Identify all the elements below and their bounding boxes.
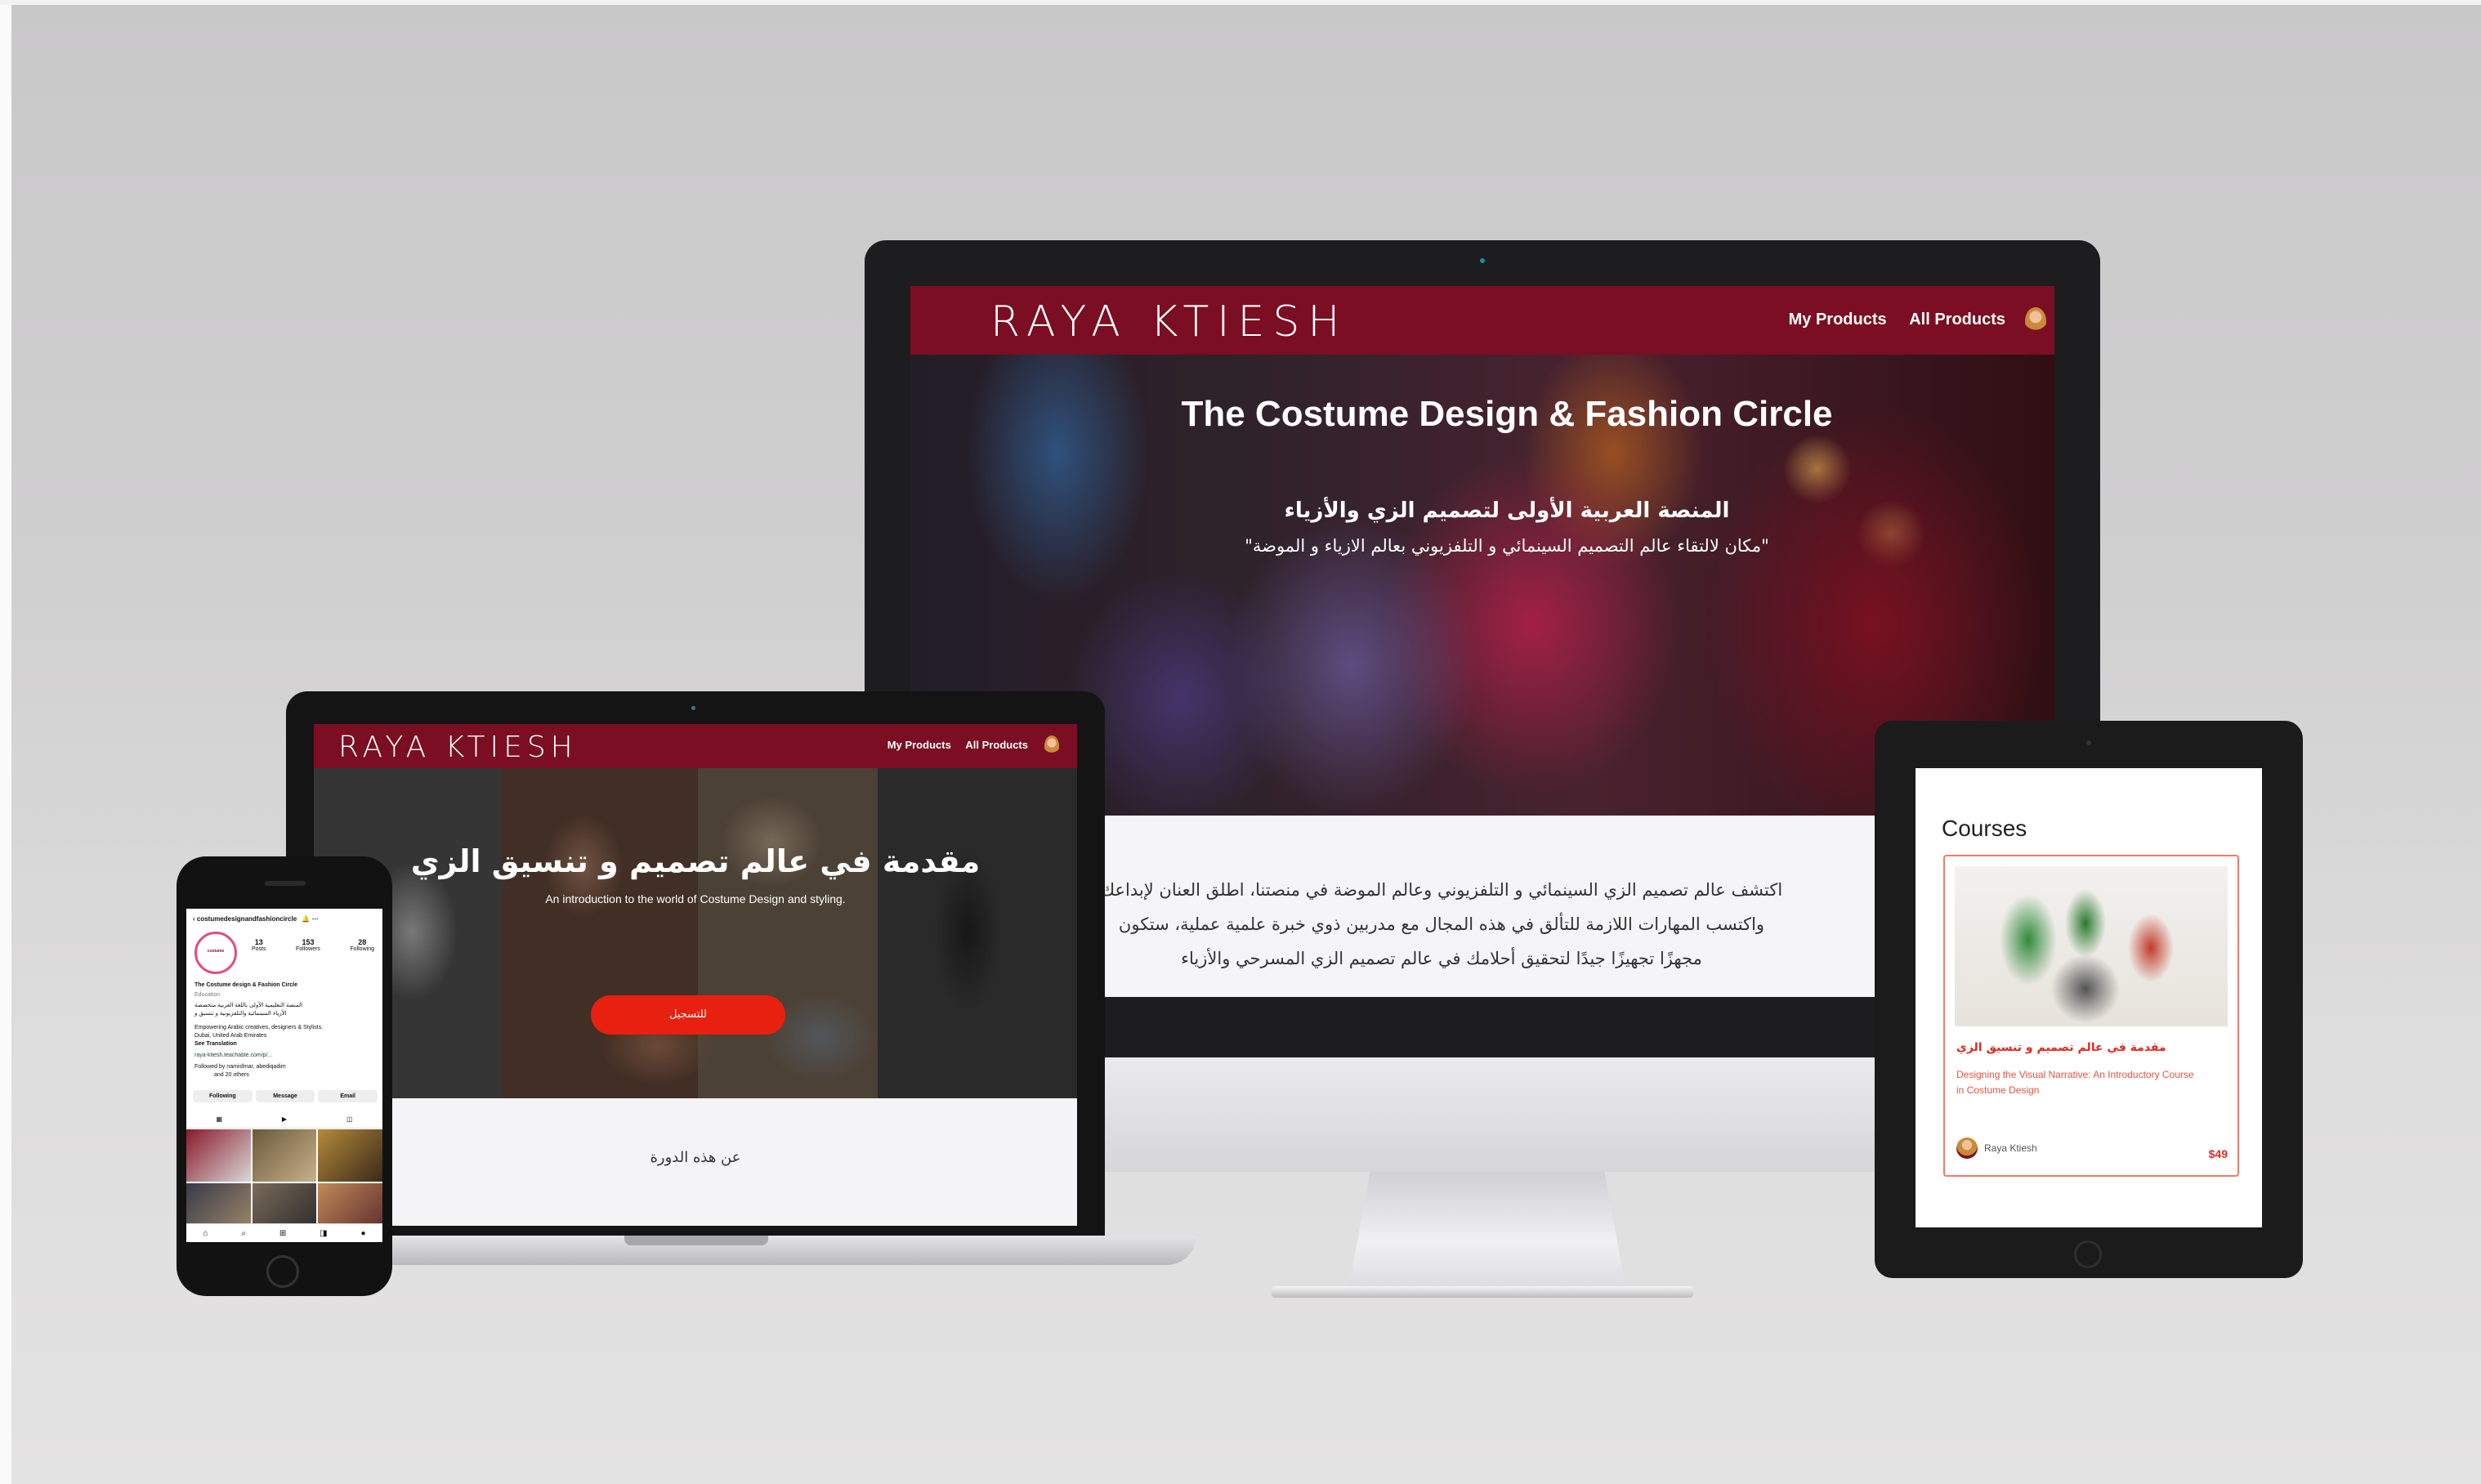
nav-my-products[interactable]: My Products [887,739,951,751]
nav-links: My Products All Products [1771,311,2005,329]
hero-title: The Costume Design & Fashion Circle [1181,394,1833,434]
profile-name: The Costume design & Fashion Circle [194,982,298,988]
hero-arabic-subtitle: "مكان لالتقاء عالم التصميم السينمائي و ا… [1245,536,1769,556]
instagram-profile-screen: ‹ costumedesignandfashioncircle 🔔 ⋯ cost… [186,909,382,1242]
stat-label: Following [350,946,374,952]
brand-logo[interactable]: RAYA KTIESH [338,731,578,764]
tagged-icon[interactable]: ◫ [346,1115,353,1123]
hero-photo-collage [314,768,1077,1098]
see-translation-link[interactable]: See Translation [194,1041,237,1047]
course-hero-title: مقدمة في عالم تصميم و تنسيق الزي [410,843,981,879]
intro-text: اكتشف عالم تصميم الزي السينمائي و التلفز… [1100,880,1783,968]
message-button[interactable]: Message [255,1090,315,1102]
imac-foot [1272,1286,1693,1298]
stat-followers[interactable]: 153 Followers [296,938,320,952]
profile-icon[interactable]: ● [361,1229,366,1238]
stat-value: 28 [358,938,367,946]
user-avatar[interactable] [2025,307,2046,335]
post-thumbnail[interactable] [186,1129,251,1182]
laptop-screen: RAYA KTIESH My Products All Products مقد… [314,724,1077,1226]
profile-avatar[interactable]: costume [194,932,237,974]
home-icon[interactable]: ⌂ [203,1229,208,1238]
course-subtitle: Designing the Visual Narrative: An Intro… [1956,1069,2194,1096]
profile-action-buttons: Following Message Email [193,1090,378,1102]
author-avatar [1956,1138,1978,1159]
profile-bio-ar-1: المنصة التعليمية الأولى باللغة العربية م… [194,1003,303,1008]
stat-label: Followers [295,946,320,952]
laptop-navbar: RAYA KTIESH My Products All Products [314,724,1077,768]
search-icon[interactable]: ⌕ [241,1229,246,1238]
profile-bio-en: Empowering Arabic creatives, designers &… [194,1025,324,1030]
course-hero-subtitle: An introduction to the world of Costume … [545,892,846,905]
laptop-device: RAYA KTIESH My Products All Products مقد… [286,691,1105,1239]
followed-by-more: and 20 others [214,1072,249,1078]
phone-device: ‹ costumedesignandfashioncircle 🔔 ⋯ cost… [177,856,392,1296]
profile-bio-ar-2: الأزياء السينمائية والتلفزيونية و تنسيق … [194,1011,287,1017]
stat-following[interactable]: 28 Following [350,938,374,952]
instagram-bottom-nav: ⌂ ⌕ ⊞ ◨ ● [186,1223,382,1242]
nav-all-products[interactable]: All Products [1909,311,2005,329]
posts-grid [186,1129,382,1236]
shop-icon[interactable]: ◨ [320,1229,327,1238]
stat-label: Posts [252,946,266,952]
home-button[interactable] [2074,1240,2102,1268]
phone-speaker [265,881,306,886]
email-button[interactable]: Email [318,1090,378,1102]
top-edge [0,0,2481,5]
author-name: Raya Ktiesh [1984,1142,2037,1154]
camera-icon [2086,740,2091,745]
username-text: costumedesignandfashioncircle [196,915,297,923]
camera-icon [691,706,695,710]
avatar-logo-text: costume [207,949,225,954]
post-thumbnail[interactable] [252,1129,317,1182]
profile-link[interactable]: raya-ktiesh.teachable.com/p/... [194,1053,272,1058]
more-icon[interactable]: ⋯ [312,915,319,923]
profile-username: ‹ costumedesignandfashioncircle 🔔 ⋯ [193,915,319,923]
imac-stand [1348,1169,1626,1291]
course-title[interactable]: مقدمة في عالم تصميم و تنسيق الزي [1956,1041,2229,1054]
nav-links: My Products All Products [876,739,1028,751]
courses-heading: Courses [1942,816,2027,841]
bell-icon[interactable]: 🔔 [302,915,310,923]
brand-logo[interactable]: RAYA KTIESH [990,297,1348,346]
left-edge [0,0,11,1484]
course-author: Raya Ktiesh [1956,1138,2037,1159]
about-course-heading: عن هذه الدورة [650,1149,741,1166]
add-post-icon[interactable]: ⊞ [279,1229,286,1238]
course-thumbnail[interactable] [1955,866,2228,1026]
stat-value: 13 [254,938,263,946]
stat-value: 153 [302,938,315,946]
profile-tabs: ▦ ▶ ◫ [186,1110,382,1129]
desktop-navbar: RAYA KTIESH My Products All Products [910,286,2054,355]
home-button[interactable] [266,1255,299,1288]
nav-my-products[interactable]: My Products [1789,311,1887,329]
tablet-device: Courses مقدمة في عالم تصميم و تنسيق الزي… [1875,721,2303,1278]
grid-icon[interactable]: ▦ [216,1115,222,1123]
course-about-section: عن هذه الدورة [314,1098,1077,1226]
nav-all-products[interactable]: All Products [965,739,1028,751]
stat-posts[interactable]: 13 Posts [252,938,266,952]
post-thumbnail[interactable] [318,1129,382,1182]
profile-category: Education [194,992,221,998]
course-hero: مقدمة في عالم تصميم و تنسيق الزي An intr… [314,768,1077,1098]
camera-icon [1480,258,1485,263]
hero-arabic-title: المنصة العربية الأولى لتصميم الزي والأزي… [1284,498,1730,523]
course-price: $49 [2208,1147,2228,1160]
profile-location: Dubai, United Arab Emirates [194,1033,267,1039]
register-button[interactable]: للتسجيل [591,995,785,1035]
course-card[interactable]: مقدمة في عالم تصميم و تنسيق الزي Designi… [1943,855,2239,1177]
reels-icon[interactable]: ▶ [282,1115,287,1123]
user-avatar[interactable] [1044,735,1059,757]
laptop-notch [624,1236,768,1245]
tablet-screen: Courses مقدمة في عالم تصميم و تنسيق الزي… [1916,768,2262,1227]
profile-stats: 13 Posts 153 Followers 28 Following [252,938,374,952]
following-button[interactable]: Following [193,1090,253,1102]
followed-by: Followed by namisfmar, abediqadim [194,1064,286,1070]
